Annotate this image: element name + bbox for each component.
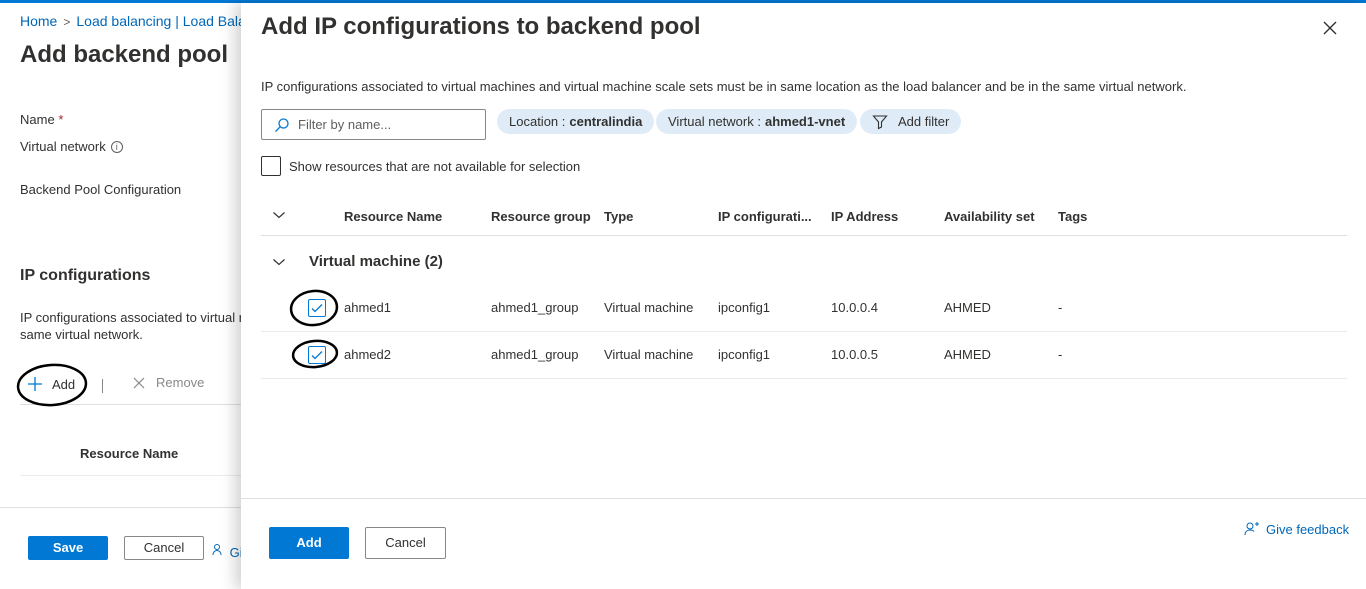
cell-resource-group: ahmed1_group (491, 347, 579, 362)
panel-title: Add IP configurations to backend pool (261, 13, 701, 40)
footer-divider (241, 498, 1366, 499)
cell-tags: - (1058, 300, 1063, 315)
ip-configurations-description: IP configurations associated to virtual … (20, 309, 260, 343)
filter-icon (872, 114, 888, 129)
grid-header: Resource Name Resource group Type IP con… (261, 196, 1347, 236)
cell-resource-name: ahmed1 (344, 300, 391, 315)
virtual-network-label-text: Virtual network (20, 139, 106, 154)
breadcrumb: Home > Load balancing | Load Bala (20, 13, 246, 29)
filter-box (261, 109, 486, 140)
checkmark-icon (311, 304, 323, 313)
cell-ip-address: 10.0.0.4 (831, 300, 878, 315)
vnet-pill-value: ahmed1-vnet (764, 114, 846, 129)
close-icon (133, 377, 145, 388)
background-page: Home > Load balancing | Load Bala Add back… (0, 3, 260, 589)
filter-by-name-input[interactable] (298, 117, 478, 132)
feedback-icon (1244, 522, 1259, 536)
location-pill-key: Location : (509, 114, 566, 129)
close-icon[interactable] (1319, 17, 1341, 39)
add-filter-label: Add filter (898, 114, 950, 129)
column-header-ip-configuration[interactable]: IP configurati... (718, 209, 812, 224)
location-pill-value: centralindia (569, 114, 643, 129)
column-header-resource-name: Resource Name (80, 446, 179, 461)
row-checkbox[interactable] (308, 299, 326, 317)
table-row[interactable]: ahmed2 ahmed1_group Virtual machine ipco… (261, 332, 1347, 379)
virtual-network-label: Virtual network i (20, 139, 123, 154)
add-button[interactable]: Add (269, 527, 349, 559)
info-icon[interactable]: i (110, 141, 123, 153)
footer-divider (0, 507, 260, 508)
give-feedback-link[interactable]: Give feedback (1244, 521, 1349, 537)
group-header-virtual-machine[interactable]: Virtual machine (2) (261, 243, 1347, 283)
table-row[interactable]: ahmed1 ahmed1_group Virtual machine ipco… (261, 285, 1347, 332)
remove-button-label: Remove (156, 375, 205, 390)
column-header-resource-name[interactable]: Resource Name (344, 209, 442, 224)
name-label-text: Name (20, 112, 55, 127)
row-checkbox[interactable] (308, 346, 326, 364)
ip-config-toolbar: Add Remove (20, 375, 260, 405)
ip-config-desc-line1: IP configurations associated to virtual … (20, 310, 244, 325)
column-header-ip-address[interactable]: IP Address (831, 209, 898, 224)
add-ip-configurations-panel: Add IP configurations to backend pool IP… (241, 3, 1366, 589)
group-label: Virtual machine (2) (309, 253, 443, 270)
remove-button[interactable]: Remove (132, 375, 204, 390)
checkmark-icon (311, 351, 323, 360)
chevron-down-icon[interactable] (272, 257, 286, 267)
breadcrumb-load-balancing-link[interactable]: Load balancing | Load Bala (76, 13, 245, 29)
show-unavailable-checkbox[interactable] (261, 156, 281, 176)
cell-type: Virtual machine (604, 347, 694, 362)
cell-type: Virtual machine (604, 300, 694, 315)
show-unavailable-label: Show resources that are not available fo… (289, 158, 581, 174)
panel-description: IP configurations associated to virtual … (261, 79, 1187, 94)
breadcrumb-separator: > (63, 15, 71, 29)
cell-resource-group: ahmed1_group (491, 300, 579, 315)
ip-config-desc-line2: same virtual network. (20, 327, 143, 342)
feedback-icon (212, 544, 222, 556)
backend-pool-configuration-label: Backend Pool Configuration (20, 182, 182, 197)
cell-tags: - (1058, 347, 1063, 362)
cell-resource-name: ahmed2 (344, 347, 391, 362)
add-button-label: Add (52, 376, 76, 392)
column-header-resource-group[interactable]: Resource group (491, 209, 591, 224)
page-title: Add backend pool (20, 41, 229, 68)
cell-availability-set: AHMED (944, 347, 991, 362)
required-mark: * (58, 112, 64, 127)
divider (20, 475, 260, 476)
breadcrumb-home-link[interactable]: Home (20, 13, 57, 29)
save-button[interactable]: Save (28, 536, 108, 560)
feedback-label: Give feedback (1266, 521, 1350, 537)
search-icon (275, 117, 289, 132)
column-header-type[interactable]: Type (604, 209, 633, 224)
vnet-pill-key: Virtual network : (668, 114, 761, 129)
toolbar-divider (102, 379, 103, 393)
chevron-down-icon[interactable] (272, 210, 286, 220)
column-header-availability-set[interactable]: Availability set (944, 209, 1035, 224)
column-header-tags[interactable]: Tags (1058, 209, 1087, 224)
cancel-button[interactable]: Cancel (124, 536, 204, 560)
cell-ip-configuration: ipconfig1 (718, 300, 771, 315)
cell-ip-configuration: ipconfig1 (718, 347, 771, 362)
cancel-button[interactable]: Cancel (365, 527, 446, 559)
location-filter-pill[interactable]: Location : centralindia (497, 109, 655, 134)
cell-availability-set: AHMED (944, 300, 991, 315)
ip-configurations-heading: IP configurations (20, 267, 151, 284)
name-label: Name * (20, 112, 63, 127)
cell-ip-address: 10.0.0.5 (831, 347, 878, 362)
add-ip-config-button[interactable]: Add (26, 375, 75, 393)
virtual-network-filter-pill[interactable]: Virtual network : ahmed1-vnet (656, 109, 858, 134)
add-filter-button[interactable]: Add filter (860, 109, 962, 134)
show-unavailable-option: Show resources that are not available fo… (261, 156, 580, 176)
plus-icon (28, 377, 42, 391)
